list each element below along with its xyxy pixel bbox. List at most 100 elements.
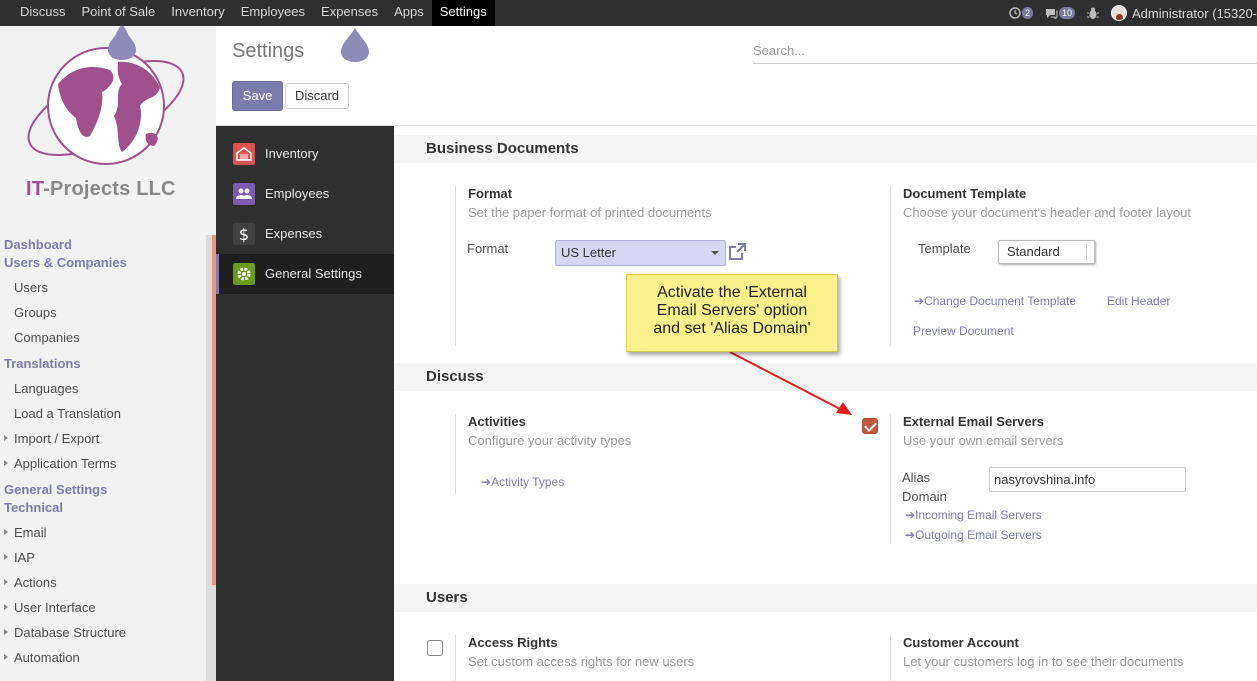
bug-icon (1087, 7, 1099, 19)
sidebar-item-application-terms[interactable]: Application Terms (0, 451, 206, 476)
drop-decoration-icon (341, 28, 369, 62)
app-inventory[interactable]: Inventory (216, 134, 394, 174)
sidebar-item-iap[interactable]: IAP (0, 545, 206, 570)
sidebar-item-email[interactable]: Email (0, 520, 206, 545)
user-menu[interactable]: Administrator (15320- (1132, 6, 1257, 21)
sidebar-scrollbar[interactable] (206, 235, 216, 681)
clock-icon (1009, 7, 1021, 19)
activity-types-link[interactable]: ➔Activity Types (481, 474, 564, 490)
section-business-documents: Business Documents (394, 135, 1257, 163)
outgoing-email-servers-label: Outgoing Email Servers (915, 528, 1042, 542)
left-sidebar: IT-Projects LLC Dashboard Users & Compan… (0, 26, 216, 681)
app-inventory-label: Inventory (265, 146, 319, 161)
document-template-description: Choose your document's header and footer… (903, 205, 1191, 220)
control-panel: Settings Save Discard Search... (108, 26, 1257, 126)
format-field-label: Format (467, 241, 509, 256)
app-expenses[interactable]: $ Expenses (216, 214, 394, 254)
format-select[interactable]: US Letter (555, 240, 726, 266)
debug-button[interactable] (1087, 7, 1099, 20)
external-email-servers-checkbox[interactable] (862, 418, 878, 434)
alias-domain-input[interactable]: nasyrovshina.info (989, 467, 1186, 492)
format-description: Set the paper format of printed document… (468, 205, 712, 220)
app-expenses-label: Expenses (265, 226, 323, 241)
alias-domain-label-line2: Domain (902, 489, 947, 504)
settings-content: Business Documents Format Set the paper … (394, 126, 1257, 681)
discard-button[interactable]: Discard (285, 83, 349, 109)
employees-icon (233, 183, 255, 205)
systray: 2 10 Administrator (15320- (1009, 0, 1257, 26)
callout-line-2: Email Servers' option (656, 302, 808, 319)
sidebar-item-languages[interactable]: Languages (0, 376, 206, 401)
arrow-right-icon: ➔ (481, 475, 492, 489)
activities-description: Configure your activity types (468, 433, 632, 448)
sidebar-item-actions[interactable]: Actions (0, 570, 206, 595)
alias-domain-label: Alias Domain (902, 468, 947, 506)
section-discuss: Discuss (394, 363, 1257, 391)
sidebar-item-automation[interactable]: Automation (0, 645, 206, 670)
sidebar-item-import-export[interactable]: Import / Export (0, 426, 206, 451)
access-rights-title: Access Rights (468, 635, 558, 650)
document-template-setting: Document Template Choose your document's… (890, 186, 1191, 346)
template-select[interactable]: Standard (998, 240, 1095, 264)
instruction-callout: Activate the 'External Email Servers' op… (626, 274, 838, 352)
gear-icon (233, 263, 255, 285)
arrow-right-icon: ➔ (905, 528, 916, 542)
sidebar-heading-users-companies[interactable]: Users & Companies (0, 254, 206, 272)
activities-title: Activities (468, 414, 526, 429)
app-employees[interactable]: Employees (216, 174, 394, 214)
arrow-right-icon: ➔ (905, 508, 916, 522)
app-general-settings-label: General Settings (265, 266, 362, 281)
search-input[interactable]: Search... (753, 40, 1257, 64)
top-navbar: Discuss Point of Sale Inventory Employee… (0, 0, 1257, 26)
menu-apps[interactable]: Apps (386, 0, 432, 26)
customer-account-description: Let your customers log in to see their d… (903, 654, 1184, 669)
app-menu: Discuss Point of Sale Inventory Employee… (0, 0, 495, 26)
callout-line-3: and set 'Alias Domain' (653, 320, 811, 337)
menu-settings[interactable]: Settings (431, 0, 495, 26)
sidebar-heading-technical[interactable]: Technical (0, 499, 206, 517)
company-name: IT-Projects LLC (26, 178, 176, 201)
change-document-template-link[interactable]: ➔Change Document Template (914, 293, 1076, 309)
sidebar-item-database-structure[interactable]: Database Structure (0, 620, 206, 645)
messages-button[interactable]: 10 (1045, 7, 1075, 19)
menu-employees[interactable]: Employees (233, 0, 313, 26)
incoming-email-servers-link[interactable]: ➔Incoming Email Servers (905, 507, 1042, 523)
access-rights-description: Set custom access rights for new users (468, 654, 695, 669)
callout-line-1: Activate the 'External (657, 284, 807, 301)
access-rights-checkbox[interactable] (427, 640, 443, 656)
external-link-icon[interactable] (728, 243, 747, 261)
page-title: Settings (232, 40, 305, 62)
outgoing-email-servers-link[interactable]: ➔Outgoing Email Servers (905, 527, 1042, 543)
activity-count-badge: 2 (1021, 7, 1033, 19)
preview-document-link[interactable]: Preview Document (913, 323, 1014, 339)
arrow-right-icon: ➔ (914, 294, 925, 308)
menu-expenses[interactable]: Expenses (313, 0, 386, 26)
edit-header-link[interactable]: Edit Header (1107, 293, 1170, 309)
access-rights-setting: Access Rights Set custom access rights f… (455, 635, 694, 681)
external-email-servers-title: External Email Servers (903, 414, 1044, 429)
settings-app-list: Inventory Employees $ Expenses General S… (216, 126, 394, 681)
sidebar-heading-translations[interactable]: Translations (0, 355, 206, 373)
save-button[interactable]: Save (232, 81, 283, 111)
sidebar-item-dashboard[interactable]: Dashboard (0, 236, 206, 254)
sidebar-item-groups[interactable]: Groups (0, 300, 206, 325)
menu-inventory[interactable]: Inventory (163, 0, 232, 26)
sidebar-item-users[interactable]: Users (0, 275, 206, 300)
change-document-template-label: Change Document Template (924, 294, 1076, 308)
menu-discuss[interactable]: Discuss (0, 0, 74, 26)
app-general-settings[interactable]: General Settings (216, 254, 394, 294)
sidebar-item-general-settings[interactable]: General Settings (0, 481, 206, 499)
inventory-icon (233, 143, 255, 165)
message-count-badge: 10 (1058, 7, 1075, 19)
sidebar-item-load-translation[interactable]: Load a Translation (0, 401, 206, 426)
customer-account-title: Customer Account (903, 635, 1019, 650)
svg-text:$: $ (239, 225, 249, 244)
external-email-servers-description: Use your own email servers (903, 433, 1064, 448)
company-name-prefix: IT (26, 178, 44, 200)
template-select-value: Standard (1007, 244, 1060, 259)
avatar[interactable] (1111, 5, 1127, 21)
sidebar-item-user-interface[interactable]: User Interface (0, 595, 206, 620)
menu-point-of-sale[interactable]: Point of Sale (74, 0, 164, 26)
activity-button[interactable]: 2 (1009, 7, 1033, 19)
sidebar-item-companies[interactable]: Companies (0, 325, 206, 350)
